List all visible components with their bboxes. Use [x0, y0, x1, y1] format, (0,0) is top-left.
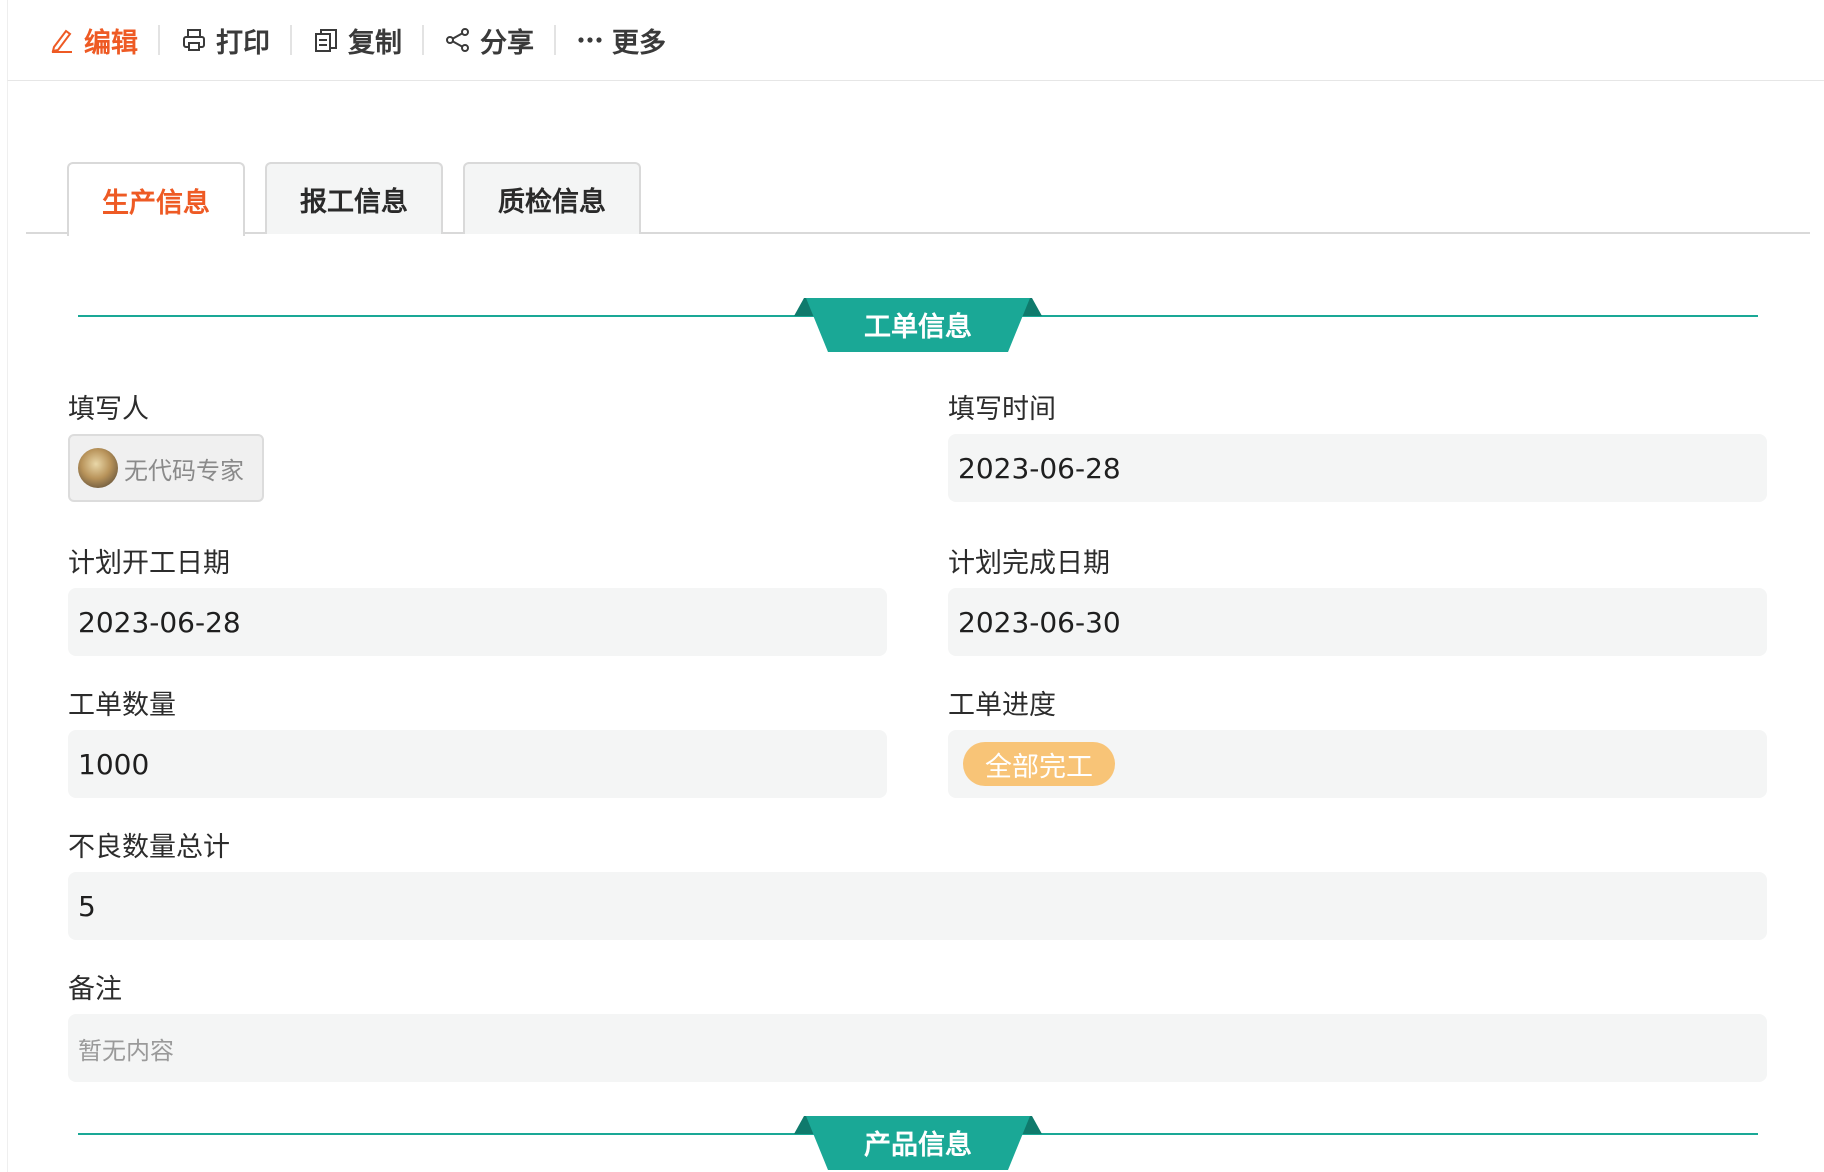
avatar	[78, 448, 118, 488]
toolbar: 编辑 打印 复制 分享 更多	[7, 0, 1824, 81]
printer-icon	[183, 29, 205, 51]
edit-label: 编辑	[84, 27, 138, 59]
section-header-product: 产品信息	[794, 1114, 1042, 1170]
toolbar-divider	[158, 25, 160, 55]
field-value: 2023-06-28	[78, 605, 241, 639]
field-label-remark: 备注	[68, 974, 122, 1005]
field-placeholder: 暂无内容	[78, 1036, 174, 1065]
field-remark: 暂无内容	[68, 1014, 1767, 1082]
more-dots-icon	[578, 37, 602, 43]
share-label: 分享	[480, 27, 534, 59]
copy-icon	[315, 29, 337, 52]
field-value: 2023-06-28	[958, 451, 1121, 485]
field-value: 5	[78, 889, 96, 923]
print-label: 打印	[216, 27, 270, 59]
share-button[interactable]: 分享	[444, 20, 534, 60]
field-label-plan-start: 计划开工日期	[68, 548, 230, 579]
field-plan-start: 2023-06-28	[68, 588, 887, 656]
field-value: 1000	[78, 747, 150, 781]
copy-button[interactable]: 复制	[312, 20, 402, 60]
toolbar-divider	[554, 25, 556, 55]
more-label: 更多	[612, 27, 666, 59]
toolbar-divider	[290, 25, 292, 55]
tab-production-info[interactable]: 生产信息	[67, 162, 245, 236]
status-badge: 全部完工	[963, 742, 1115, 786]
tab-label: 报工信息	[300, 186, 408, 218]
edit-button[interactable]: 编辑	[48, 20, 138, 60]
share-icon	[446, 28, 469, 52]
toolbar-divider	[422, 25, 424, 55]
field-label-quantity: 工单数量	[68, 690, 176, 721]
section-title: 产品信息	[864, 1129, 972, 1161]
field-quantity: 1000	[68, 730, 887, 798]
section-title: 工单信息	[864, 311, 972, 343]
field-plan-finish: 2023-06-30	[948, 588, 1767, 656]
section-header-work-order: 工单信息	[794, 296, 1042, 352]
content-border	[7, 81, 8, 1172]
field-label-fill-time: 填写时间	[948, 394, 1056, 425]
field-label-defects: 不良数量总计	[68, 832, 230, 863]
user-chip[interactable]: 无代码专家	[68, 434, 264, 502]
field-progress: 全部完工	[948, 730, 1767, 798]
copy-label: 复制	[348, 27, 402, 59]
tab-label: 生产信息	[102, 187, 210, 219]
field-fill-time: 2023-06-28	[948, 434, 1767, 502]
field-label-progress: 工单进度	[948, 690, 1056, 721]
field-label-plan-finish: 计划完成日期	[948, 548, 1110, 579]
field-value: 2023-06-30	[958, 605, 1121, 639]
user-name: 无代码专家	[124, 456, 244, 485]
more-button[interactable]: 更多	[576, 20, 666, 60]
pencil-icon	[51, 29, 72, 53]
field-label-filler: 填写人	[68, 394, 149, 425]
field-defects: 5	[68, 872, 1767, 940]
tab-bar: 生产信息 报工信息 质检信息	[26, 162, 1810, 236]
tab-work-report-info[interactable]: 报工信息	[265, 162, 443, 234]
print-button[interactable]: 打印	[180, 20, 270, 60]
tab-label: 质检信息	[498, 186, 606, 218]
tab-quality-check-info[interactable]: 质检信息	[463, 162, 641, 234]
